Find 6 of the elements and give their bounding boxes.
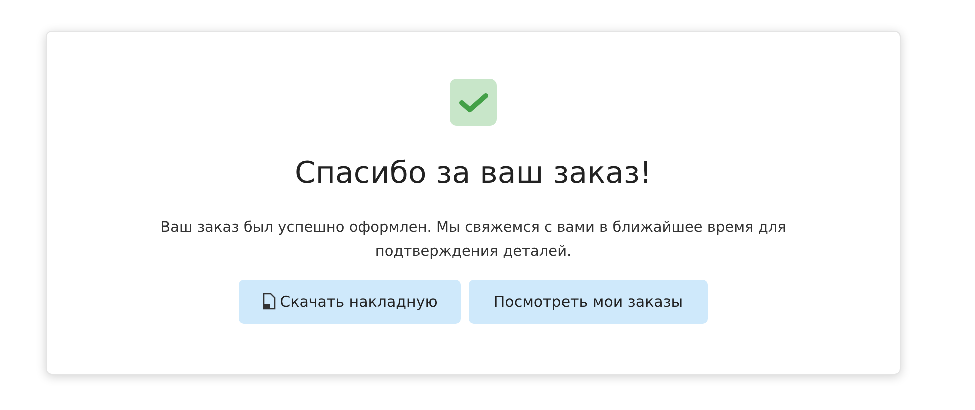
confirmation-message: Ваш заказ был успешно оформлен. Мы свяжемся с вами в ближайшее время для подтверждения деталей.: [160, 219, 788, 262]
check-icon: [450, 79, 497, 126]
orders-button[interactable]: Посмотреть мои заказы: [469, 280, 708, 324]
download-button[interactable]: Скачать накладную: [239, 280, 461, 324]
file-icon: [262, 293, 276, 311]
heading: Спасибо за ваш заказ!: [294, 156, 652, 192]
